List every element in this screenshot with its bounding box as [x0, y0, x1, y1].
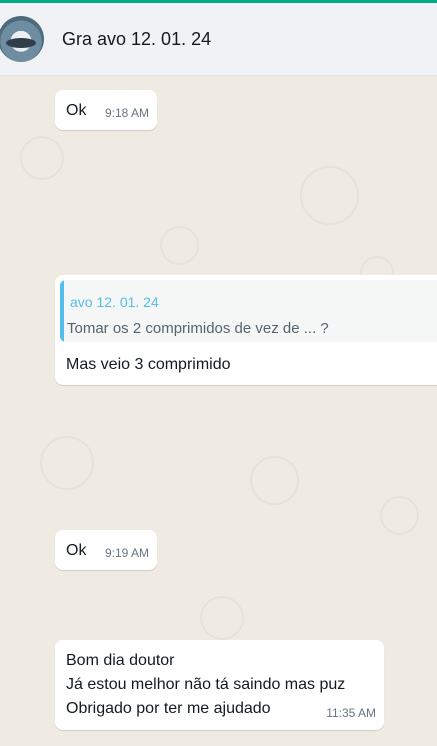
message-time: 9:19 AM [104, 546, 149, 560]
message-line: Obrigado por ter me ajudado [66, 700, 271, 717]
quote-author: avo 12. 01. 24 [70, 294, 159, 310]
message-line: Já estou melhor não tá saindo mas puz [66, 676, 346, 693]
message-time: 11:35 AM [326, 706, 376, 720]
contact-name[interactable]: Gra avo 12. 01. 24 [62, 29, 211, 50]
message-text: Ok [66, 102, 87, 119]
quote-accent-bar [60, 280, 64, 342]
message-bubble[interactable]: Ok 9:19 AM [55, 530, 157, 570]
message-time: 9:18 AM [104, 106, 149, 120]
message-bubble[interactable]: Ok 9:18 AM [55, 90, 157, 130]
message-text: Ok [66, 542, 87, 559]
message-bubble-with-reply[interactable]: avo 12. 01. 24 Tomar os 2 comprimidos de… [55, 275, 437, 385]
message-line: Bom dia doutor [66, 652, 175, 669]
contact-avatar[interactable] [0, 16, 44, 62]
message-bubble[interactable]: Bom dia doutor Já estou melhor não tá sa… [55, 640, 384, 730]
quote-text: Tomar os 2 comprimidos de vez de ... ? [67, 320, 329, 337]
message-text: Mas veio 3 comprimido [66, 356, 231, 373]
quoted-message[interactable]: avo 12. 01. 24 Tomar os 2 comprimidos de… [60, 280, 437, 342]
chat-header[interactable]: Gra avo 12. 01. 24 [0, 3, 437, 76]
